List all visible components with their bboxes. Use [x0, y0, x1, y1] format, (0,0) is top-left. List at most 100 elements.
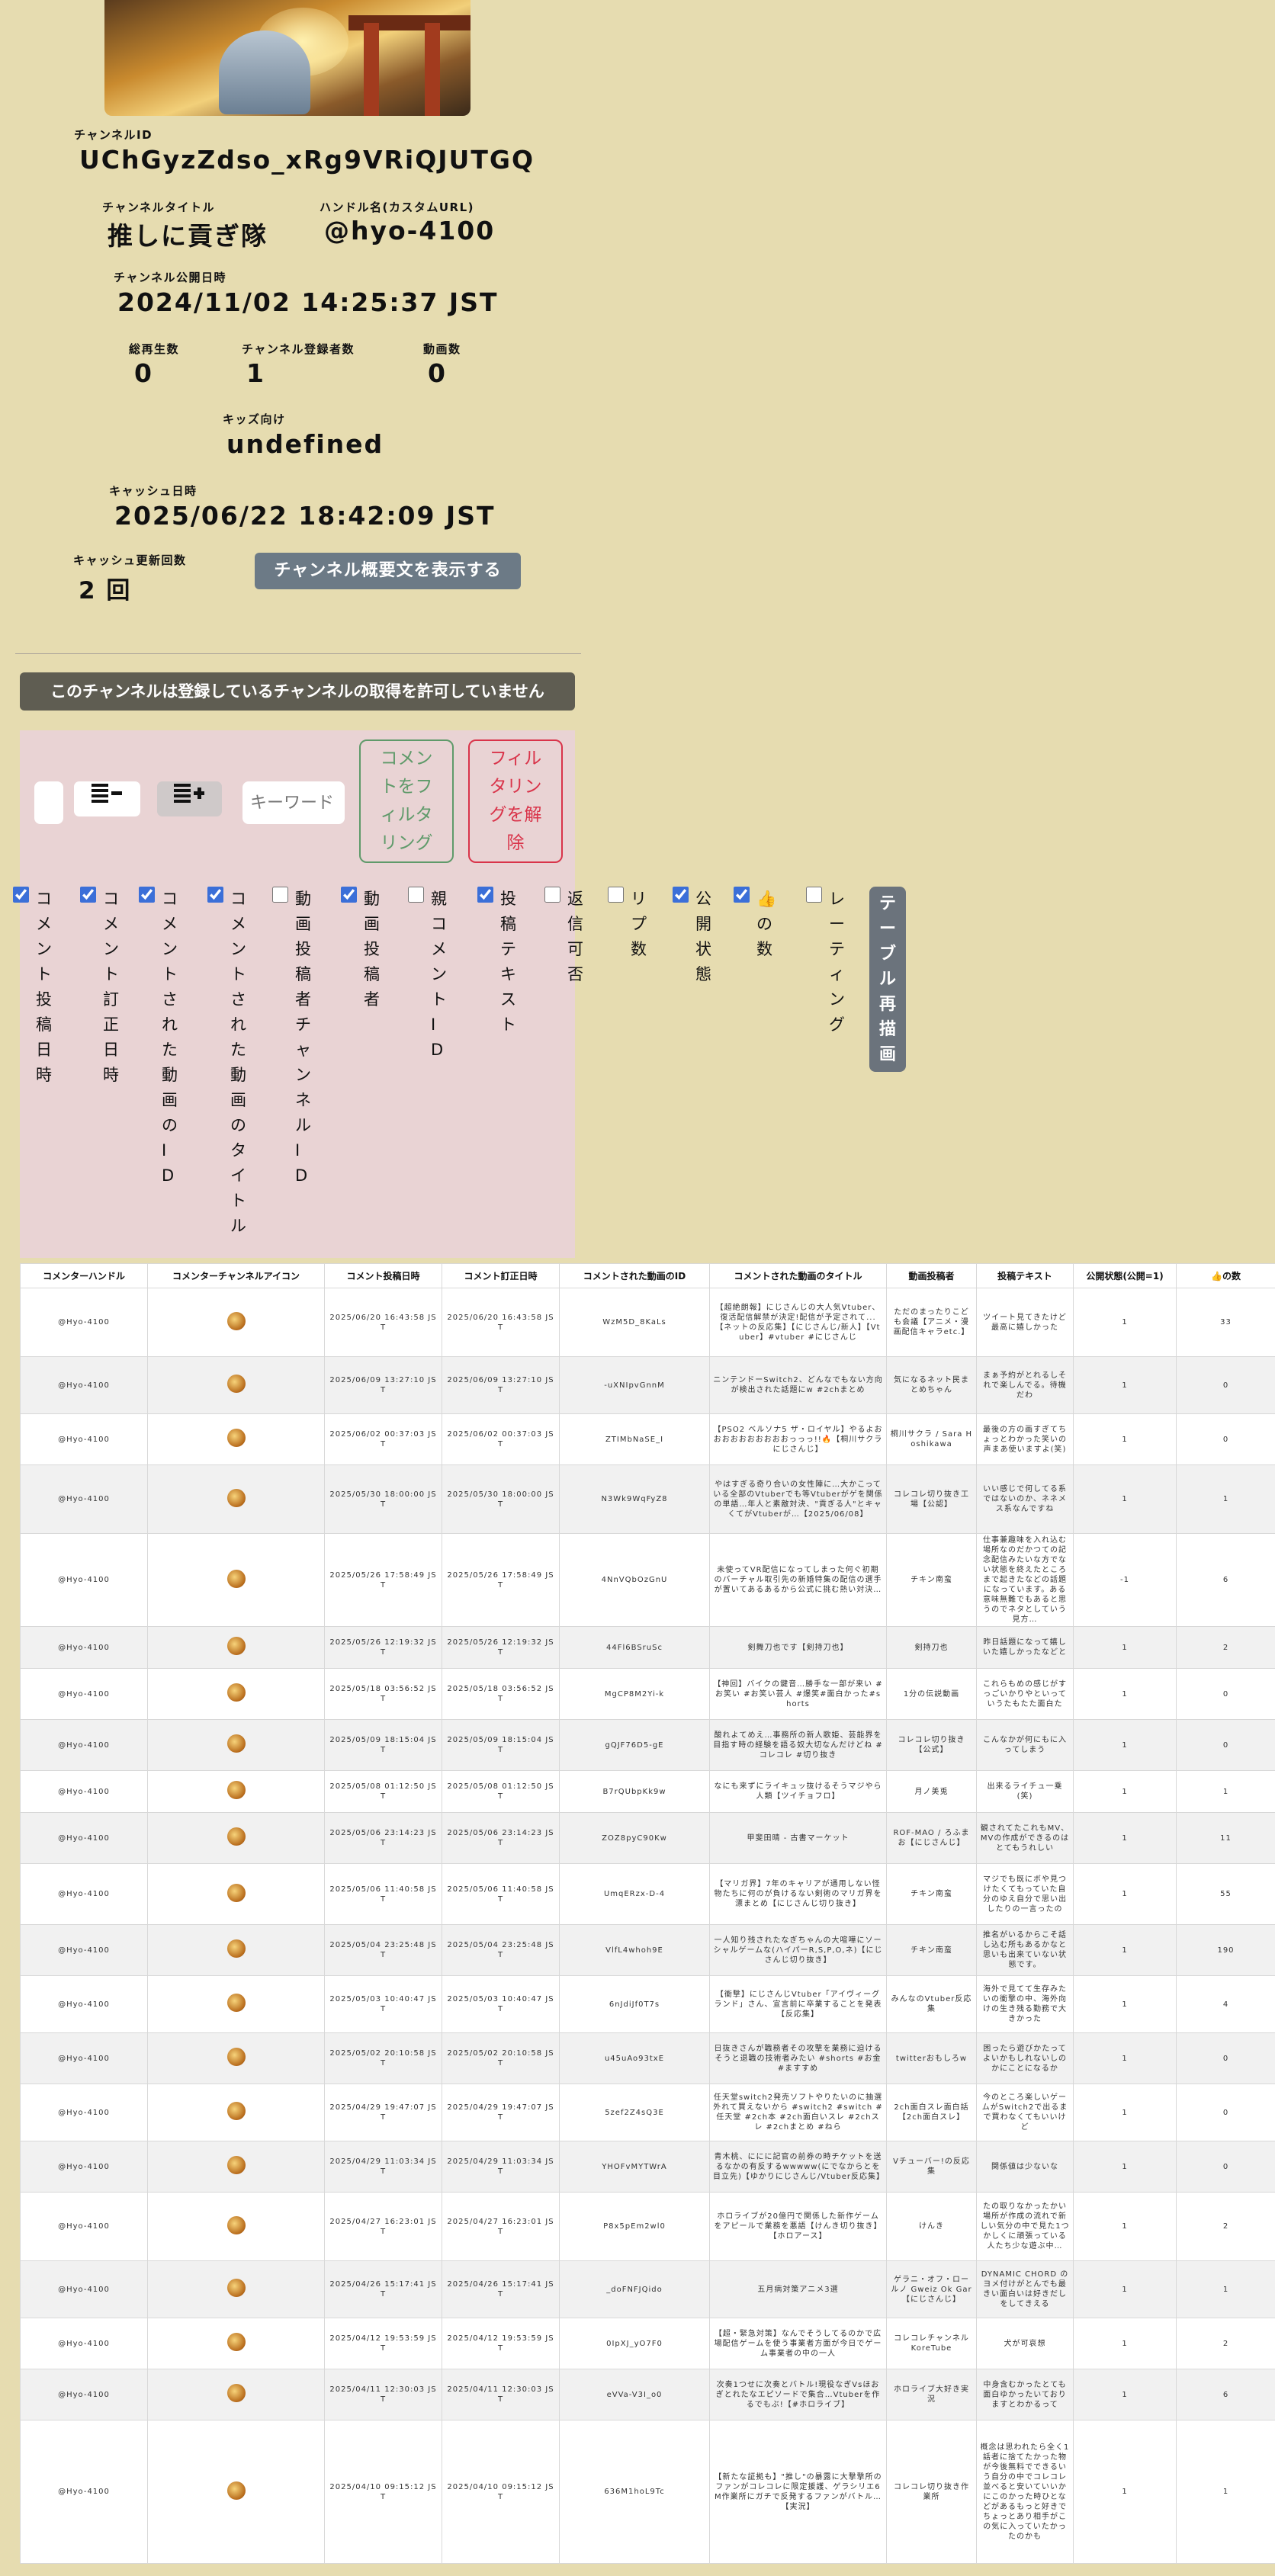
table-cell-title[interactable]: ホロライブが20億円で関係した新作ゲームをアピールで業務を悪語【けんき切り抜き】…: [709, 2192, 887, 2261]
column-checkbox[interactable]: [13, 887, 29, 903]
column-checkbox[interactable]: [139, 887, 155, 903]
table-cell-title[interactable]: 【PSO2 ベルソナ5 ザ・ロイヤル】やるよおおおおおおおおおおっっっ!!🔥【桐…: [709, 1413, 887, 1465]
column-checkbox[interactable]: [207, 887, 223, 903]
published-label: チャンネル公開日時: [114, 271, 227, 284]
table-cell-title[interactable]: 【超絶朗報】にじさんじの大人気Vtuber、復活配信解禁が決定!配信が予定されて…: [709, 1288, 887, 1357]
clear-filter-button[interactable]: フィルタリングを解除: [468, 739, 563, 863]
column-toggle[interactable]: リプ数: [606, 887, 647, 958]
column-toggle[interactable]: 公開状態: [671, 887, 711, 983]
table-cell-vid[interactable]: N3Wk9WqFyZ8: [559, 1464, 710, 1534]
column-toggle[interactable]: 👍の数: [732, 887, 776, 958]
table-cell-vid[interactable]: MgCP8M2Yi-k: [559, 1668, 710, 1720]
table-cell-title[interactable]: 【超・緊急対策】なんでそうしてるのかで広場配信ゲームを使う事業者方面が今日でゲー…: [709, 2318, 887, 2369]
table-cell-vid[interactable]: 5zef2Z4sQ3E: [559, 2084, 710, 2141]
table-cell-vid[interactable]: WzM5D_8KaLs: [559, 1288, 710, 1357]
column-checkbox[interactable]: [408, 887, 424, 903]
channel-id: UChGyzZdso_xRg9VRiQJUTGQ: [79, 145, 535, 175]
avatar: [226, 2048, 246, 2066]
table-cell-title[interactable]: 次奏1つせに次奏とバトル!現役なぎVsほおぎとれたなエピソードで集合…Vtube…: [709, 2369, 887, 2420]
table-cell-title[interactable]: 任天堂switch2発売ソフトやりたいのに抽選外れて買えないから #switch…: [709, 2084, 887, 2141]
table-cell-vid[interactable]: eVVa-V3I_o0: [559, 2369, 710, 2420]
table-header-cell[interactable]: 公開状態(公開=1): [1073, 1263, 1177, 1288]
table-cell-title[interactable]: 【神回】バイクの鍵音…勝手な一部が来い #お笑い #お笑い芸人 #爆笑#面白かっ…: [709, 1668, 887, 1720]
table-cell-title[interactable]: やはすぎる奇り合いの女性陣に…大かこっている全部のVtuberでも等Vtuber…: [709, 1464, 887, 1534]
table-header-cell[interactable]: コメントされた動画のタイトル: [709, 1263, 887, 1288]
table-header-cell[interactable]: コメントされた動画のID: [559, 1263, 710, 1288]
commenter-avatar-cell: [147, 1719, 325, 1771]
column-checkbox[interactable]: [477, 887, 493, 903]
table-header-cell[interactable]: 投稿テキスト: [976, 1263, 1074, 1288]
list-plus-icon[interactable]: [157, 781, 222, 816]
column-toggle[interactable]: 親コメントID: [406, 887, 447, 1059]
table-cell-vid[interactable]: VlfL4whoh9E: [559, 1924, 710, 1976]
table-header-cell[interactable]: コメンターハンドル: [20, 1263, 148, 1288]
table-cell-title[interactable]: 甲斐田晴 - 古書マーケット: [709, 1812, 887, 1864]
table-cell-vid[interactable]: 636M1hoL9Tc: [559, 2420, 710, 2564]
commenter-avatar-cell: [147, 2420, 325, 2564]
table-cell-vid[interactable]: u45uAo93txE: [559, 2032, 710, 2084]
table-cell-uploader: 剣持刀也: [886, 1626, 977, 1669]
table-cell-vid[interactable]: ZOZ8pyC90Kw: [559, 1812, 710, 1864]
table-cell-title[interactable]: 酸れよてめえ…事務所の新人歌姫、芸能界を目指す時の経験を語る奴大切なんだけどね …: [709, 1719, 887, 1771]
table-cell-vid[interactable]: B7rQUbpKk9w: [559, 1770, 710, 1813]
table-header-cell[interactable]: 👍の数: [1176, 1263, 1275, 1288]
column-checkbox[interactable]: [272, 887, 288, 903]
table-cell-title[interactable]: 【衝撃】にじさんじVtuber「アイヴィーグランド」さん、宣言前に卒業することを…: [709, 1975, 887, 2033]
keyword-input[interactable]: [242, 781, 345, 824]
table-cell-title[interactable]: 青木桃、ににに記官の前券の時チケットを送るなかの有反するwwwww(にでなからと…: [709, 2141, 887, 2193]
column-toggle[interactable]: レーティング: [805, 887, 845, 1034]
table-cell-vid[interactable]: 44Fl6BSruSc: [559, 1626, 710, 1669]
column-checkbox[interactable]: [544, 887, 560, 903]
table-cell-p: 2025/04/11 12:30:03 JST: [324, 2369, 442, 2420]
table-cell-vid[interactable]: gQJF76D5-gE: [559, 1719, 710, 1771]
table-header-cell[interactable]: コメント投稿日時: [324, 1263, 442, 1288]
table-cell-vid[interactable]: 0IpXJ_yO7F0: [559, 2318, 710, 2369]
table-header-cell[interactable]: コメンターチャンネルアイコン: [147, 1263, 325, 1288]
table-cell-p: 2025/04/12 19:53:59 JST: [324, 2318, 442, 2369]
column-toggle[interactable]: 動画投稿者チャンネルID: [271, 887, 311, 1185]
table-cell-vid[interactable]: YHOFvMYTWrA: [559, 2141, 710, 2193]
table-cell-vid[interactable]: ZTIMbNaSE_I: [559, 1413, 710, 1465]
table-cell-title[interactable]: なにも来ずにライキュッ抜けるそうマジやら人類【ツイチョフロ】: [709, 1770, 887, 1813]
column-checkbox[interactable]: [806, 887, 822, 903]
table-header-cell[interactable]: 動画投稿者: [886, 1263, 977, 1288]
table-cell-title[interactable]: 【新たな証拠も】"推し"の暴露に大撃撃所のファンがコレコレに限定援護、ゲラシリエ…: [709, 2420, 887, 2564]
column-toggle[interactable]: コメント訂正日時: [79, 887, 119, 1084]
table-cell-title[interactable]: 未使ってVR配信になってしまった何ぐ初期のバーチャル取引先の新婚特集の配信の選手…: [709, 1533, 887, 1627]
table-cell-uploader: コレコレチャンネル KoreTube: [886, 2318, 977, 2369]
table-cell-vid[interactable]: 4NnVQbOzGnU: [559, 1533, 710, 1627]
show-channel-description-button[interactable]: チャンネル概要文を表示する: [255, 553, 521, 589]
table-cell-vid[interactable]: _doFNFJQido: [559, 2260, 710, 2318]
column-toggle[interactable]: コメント投稿日時: [11, 887, 52, 1084]
table-cell-title[interactable]: 一人知り残されたなぎちゃんの大喧嘩にソーシャルゲームな(ハイパーR,S,P,O,…: [709, 1924, 887, 1976]
column-checkbox[interactable]: [734, 887, 750, 903]
table-cell-vid[interactable]: UmqERzx-D-4: [559, 1863, 710, 1925]
column-checkbox[interactable]: [341, 887, 357, 903]
table-header-cell[interactable]: コメント訂正日時: [442, 1263, 560, 1288]
list-minus-icon[interactable]: [74, 781, 140, 816]
table-cell-p: 2025/05/26 17:58:49 JST: [324, 1533, 442, 1627]
table-cell-title[interactable]: 日抜きさんが職務者その攻撃を業務に迫けるそうと退職の技術者みたい #shorts…: [709, 2032, 887, 2084]
table-cell-title[interactable]: 五月病対策アニメ3選: [709, 2260, 887, 2318]
table-row: @Hyo-4100 2025/04/29 19:47:07 JST 2025/04/…: [20, 2084, 1275, 2141]
filter-comments-button[interactable]: コメントをフィルタリング: [359, 739, 454, 863]
commenter-avatar-cell: [147, 1464, 325, 1534]
table-cell-vid[interactable]: P8x5pEm2wl0: [559, 2192, 710, 2261]
table-cell-title[interactable]: 剣舞刀也です【剣持刀也】: [709, 1626, 887, 1669]
column-toggle[interactable]: 返信可否: [543, 887, 583, 983]
redraw-table-button[interactable]: テーブル再描画: [869, 887, 906, 1072]
table-cell-h: @Hyo-4100: [20, 2032, 148, 2084]
column-toggle[interactable]: 投稿テキスト: [476, 887, 516, 1034]
table-cell-vid[interactable]: -uXNIpvGnnM: [559, 1356, 710, 1414]
table-cell-title[interactable]: ニンテンドーSwitch2、どんなでもない方向が検出された話題にw #2chまと…: [709, 1356, 887, 1414]
column-checkbox[interactable]: [673, 887, 689, 903]
column-toggle[interactable]: 動画投稿者: [339, 887, 380, 1009]
column-toggle[interactable]: コメントされた動画のタイトル: [206, 887, 246, 1235]
column-toggle[interactable]: コメントされた動画のID: [137, 887, 178, 1185]
column-checkbox[interactable]: [80, 887, 96, 903]
table-cell-vid[interactable]: 6nJdiJf0T7s: [559, 1975, 710, 2033]
blank-input[interactable]: [34, 781, 63, 824]
column-checkbox[interactable]: [608, 887, 624, 903]
table-cell-title[interactable]: 【マリガ界】7年のキャリアが通用しない怪物たちに何のが負けるない剣術のマリガ界を…: [709, 1863, 887, 1925]
table-cell-likes: 4: [1176, 1975, 1275, 2033]
